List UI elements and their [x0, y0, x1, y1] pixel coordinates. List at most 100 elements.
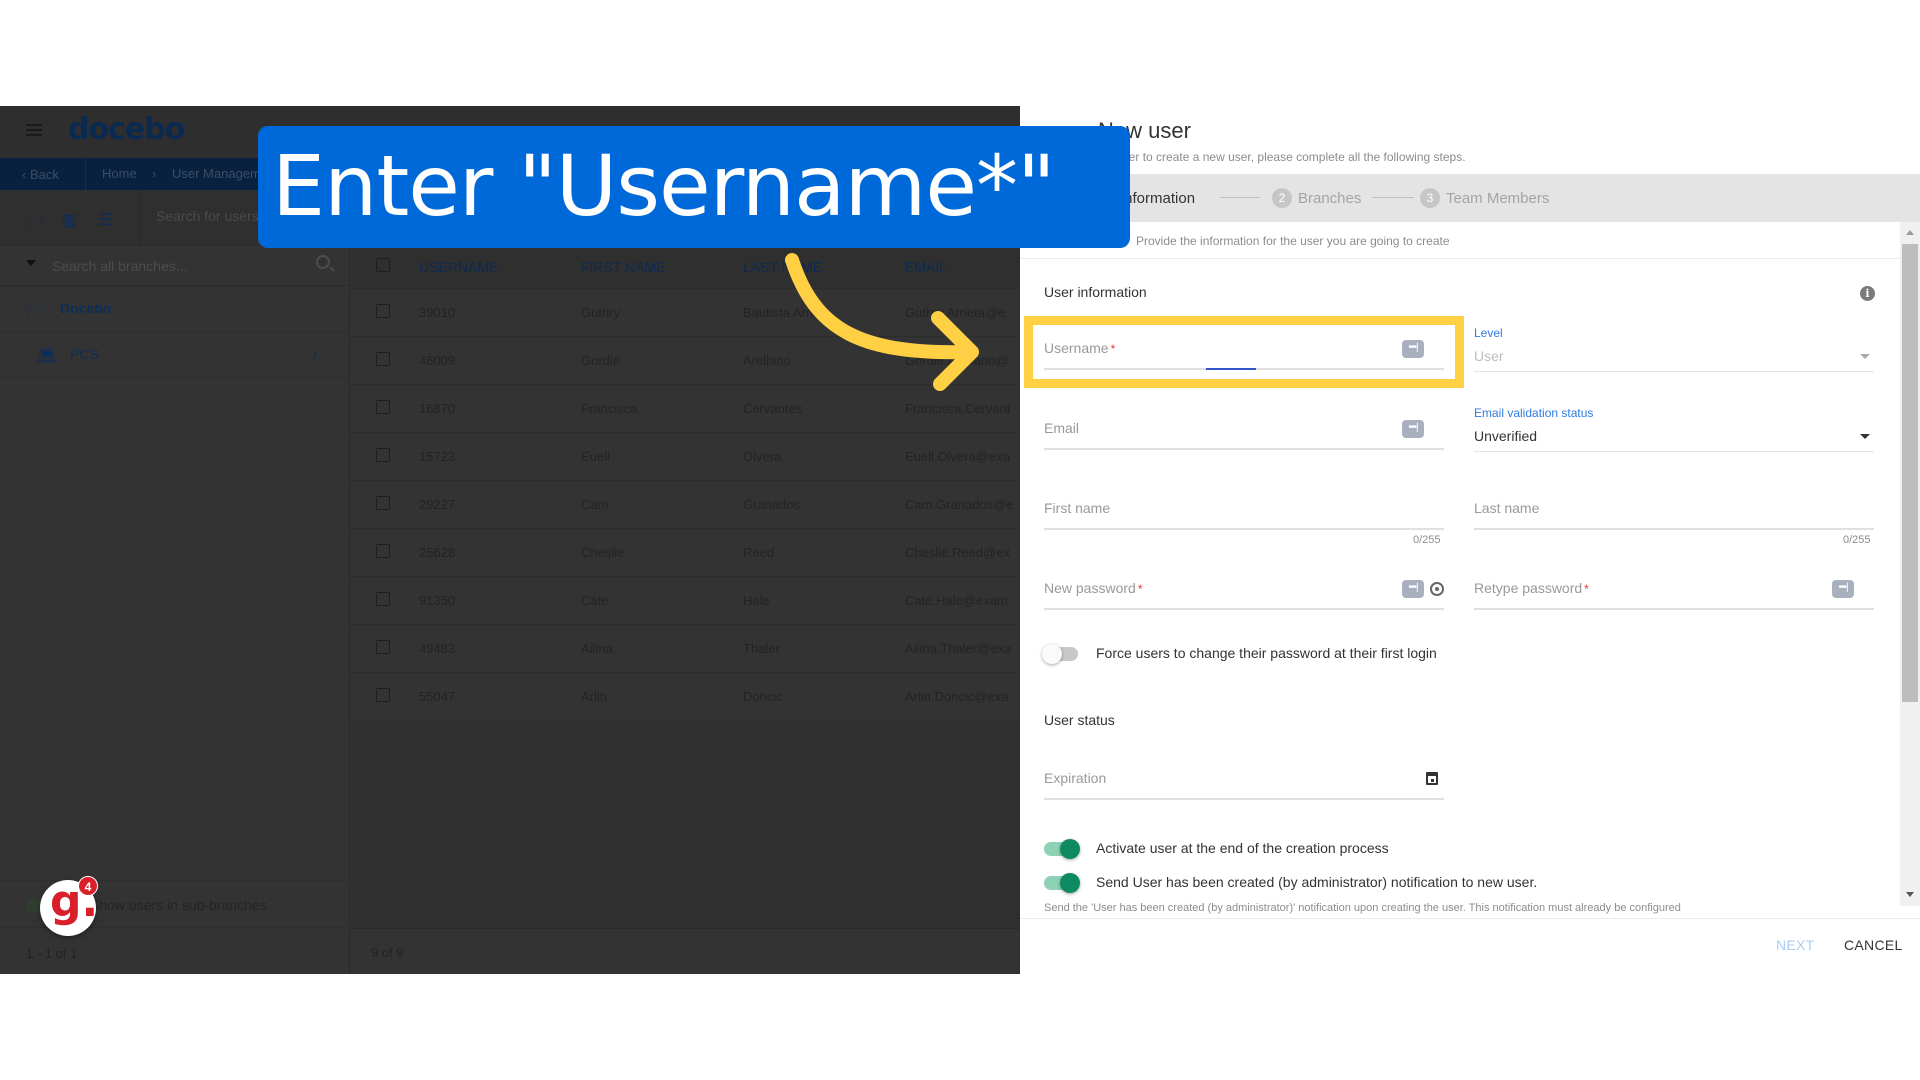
expiration-input[interactable] — [1044, 770, 1444, 786]
step-hint: Provide the information for the user you… — [1136, 234, 1450, 248]
filter-icon[interactable]: ☰ — [98, 210, 112, 230]
scroll-up-icon[interactable] — [1906, 230, 1914, 235]
table-row[interactable]: 29227 Cam Granados Cam.Granados@e — [351, 480, 1020, 528]
breadcrumb-user-management[interactable]: User Managem — [172, 166, 261, 181]
column-header[interactable]: FIRST NAME — [581, 259, 666, 275]
back-label: Back — [29, 167, 59, 182]
password-manager-icon[interactable]: •••| — [1402, 580, 1424, 598]
email-cell: Arlin.Doncic@exa — [905, 689, 1009, 704]
last-name-cell: Hale — [743, 593, 770, 608]
branch-search-input[interactable]: Search all branches... — [52, 258, 187, 274]
level-label: Level — [1474, 326, 1503, 340]
first-name-input[interactable] — [1044, 500, 1444, 516]
username-cell: 46009 — [419, 353, 456, 368]
level-select: User — [1474, 342, 1874, 372]
next-button[interactable]: NEXT — [1776, 937, 1815, 953]
scrollbar-thumb[interactable] — [1902, 244, 1918, 702]
first-name-cell: Arlin — [581, 689, 608, 704]
back-link[interactable]: ‹ Back — [22, 167, 59, 182]
retype-password-field[interactable]: Retype password * •••| — [1474, 576, 1874, 610]
email-input[interactable] — [1044, 420, 1444, 436]
username-cell: 25628 — [419, 545, 456, 560]
step-number: 3 — [1420, 188, 1440, 208]
force-password-change-toggle[interactable] — [1042, 644, 1078, 664]
row-checkbox[interactable] — [376, 544, 390, 558]
user-search-input[interactable]: Search for users — [156, 208, 259, 224]
email-field[interactable]: Email •••| — [1044, 416, 1444, 450]
table-row[interactable]: 49483 Ailina Thaler Ailina.Thaler@exa — [351, 624, 1020, 672]
caret-down-icon[interactable] — [26, 260, 36, 266]
last-name-field[interactable]: Last name — [1474, 496, 1874, 530]
section-user-status: User status — [1044, 712, 1115, 728]
password-manager-icon[interactable]: •••| — [1832, 580, 1854, 598]
modal-scrollbar[interactable] — [1900, 222, 1920, 906]
branch-label: PCS — [70, 346, 99, 362]
columns-icon[interactable]: ▥ — [62, 210, 77, 230]
docebo-logo: docebo — [68, 112, 185, 147]
toolbar-divider — [139, 190, 140, 246]
branch-search[interactable]: Search all branches... — [0, 246, 350, 286]
step-team-members[interactable]: 3 Team Members — [1420, 188, 1549, 208]
last-name-cell: Thaler — [743, 641, 780, 656]
search-icon[interactable] — [316, 255, 330, 269]
modal-footer: NEXT CANCEL — [1020, 918, 1920, 974]
row-checkbox[interactable] — [376, 688, 390, 702]
send-notification-toggle[interactable] — [1044, 873, 1080, 893]
chevron-right-icon[interactable]: › — [312, 344, 318, 365]
new-password-field[interactable]: New password * •••| — [1044, 576, 1444, 610]
expiration-field[interactable]: Expiration — [1044, 766, 1444, 800]
retype-password-input[interactable] — [1474, 580, 1874, 596]
row-checkbox[interactable] — [376, 304, 390, 318]
guide-badge[interactable]: g. 4 — [40, 876, 98, 936]
breadcrumb-home[interactable]: Home — [102, 166, 137, 181]
cancel-button[interactable]: CANCEL — [1844, 937, 1903, 953]
table-row[interactable]: 55047 Arlin Doncic Arlin.Doncic@exa — [351, 672, 1020, 720]
branch-item-pcs[interactable]: 💻︎ PCS › — [0, 332, 350, 378]
first-name-cell: Cheslie — [581, 545, 625, 560]
row-checkbox[interactable] — [376, 400, 390, 414]
breadcrumb-chevron-icon: › — [152, 166, 157, 181]
level-value: User — [1474, 348, 1504, 364]
username-cell: 55047 — [419, 689, 456, 704]
username-cell: 16870 — [419, 401, 456, 416]
row-checkbox[interactable] — [376, 496, 390, 510]
last-name-input[interactable] — [1474, 500, 1874, 516]
new-password-input[interactable] — [1044, 580, 1444, 596]
first-name-cell: Euell — [581, 449, 610, 464]
notification-count-badge: 4 — [78, 876, 98, 896]
username-cell: 15723 — [419, 449, 456, 464]
caret-down-icon[interactable] — [1860, 434, 1870, 439]
select-all-checkbox[interactable] — [376, 258, 390, 272]
section-user-information: User information — [1044, 284, 1147, 300]
row-checkbox[interactable] — [376, 352, 390, 366]
toggle-knob — [1042, 644, 1062, 664]
eye-icon[interactable] — [1430, 582, 1444, 596]
breadcrumb-divider — [85, 158, 86, 190]
step-label: Team Members — [1446, 190, 1550, 207]
branch-item-docebo[interactable]: 🗁 Docebo — [0, 286, 350, 332]
row-checkbox[interactable] — [376, 640, 390, 654]
hamburger-menu-icon[interactable] — [26, 124, 42, 136]
first-name-field[interactable]: First name — [1044, 496, 1444, 530]
folder-icon[interactable]: 🗀 — [26, 210, 42, 237]
table-row[interactable]: 15723 Euell Olvera Euell.Olvera@exa — [351, 432, 1020, 480]
email-validation-select[interactable]: Unverified — [1474, 422, 1874, 452]
branches-pager: 1 - 1 of 1 — [26, 946, 78, 961]
activate-user-toggle[interactable] — [1044, 839, 1080, 859]
table-pager: 9 of 9 — [351, 928, 1020, 974]
instruction-callout: Enter "Username*" — [258, 126, 1130, 248]
pointer-arrow-icon — [785, 253, 979, 391]
row-checkbox[interactable] — [376, 448, 390, 462]
row-checkbox[interactable] — [376, 592, 390, 606]
scroll-down-icon[interactable] — [1906, 892, 1914, 897]
last-name-counter: 0/255 — [1843, 534, 1871, 546]
info-icon[interactable]: i — [1860, 286, 1875, 301]
table-row[interactable]: 25628 Cheslie Reed Cheslie.Reed@ex — [351, 528, 1020, 576]
calendar-icon[interactable] — [1426, 772, 1438, 785]
last-name-cell: Olvera — [743, 449, 782, 464]
password-manager-icon[interactable]: •••| — [1402, 420, 1424, 438]
step-branches[interactable]: 2 Branches — [1272, 188, 1361, 208]
column-header[interactable]: USERNAME — [419, 259, 498, 275]
branches-sidebar: Search all branches... 🗁 Docebo 💻︎ PCS ›… — [0, 246, 350, 974]
table-row[interactable]: 91350 Cate Hale Cate.Hale@exam — [351, 576, 1020, 624]
